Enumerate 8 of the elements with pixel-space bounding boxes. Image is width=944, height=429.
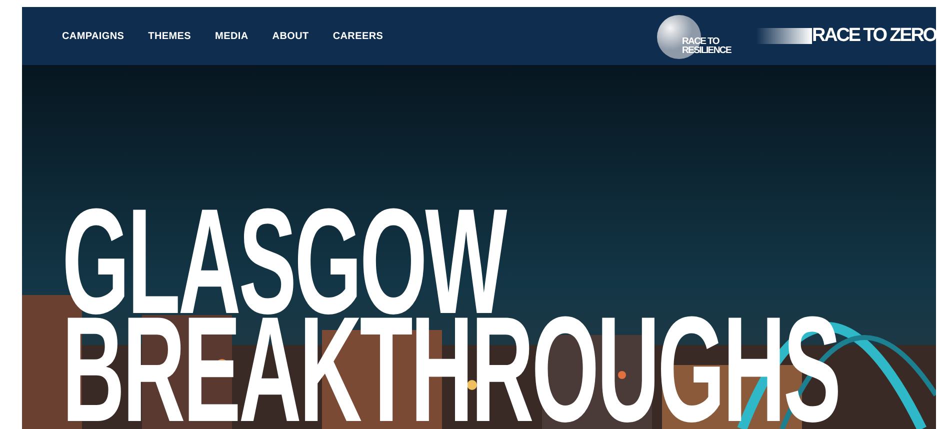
nav-link[interactable]: CAREERS: [332, 30, 384, 42]
streak-icon: [756, 28, 812, 44]
nav-link[interactable]: CAMPAIGNS: [62, 30, 124, 42]
nav-link[interactable]: ABOUT: [272, 30, 309, 42]
nav-link[interactable]: MEDIA: [215, 30, 248, 42]
headline: GLASGOW: [62, 207, 505, 315]
logo-text[interactable]: RACE TO ZERO: [812, 25, 936, 47]
nav-link[interactable]: THEMES: [148, 30, 192, 42]
